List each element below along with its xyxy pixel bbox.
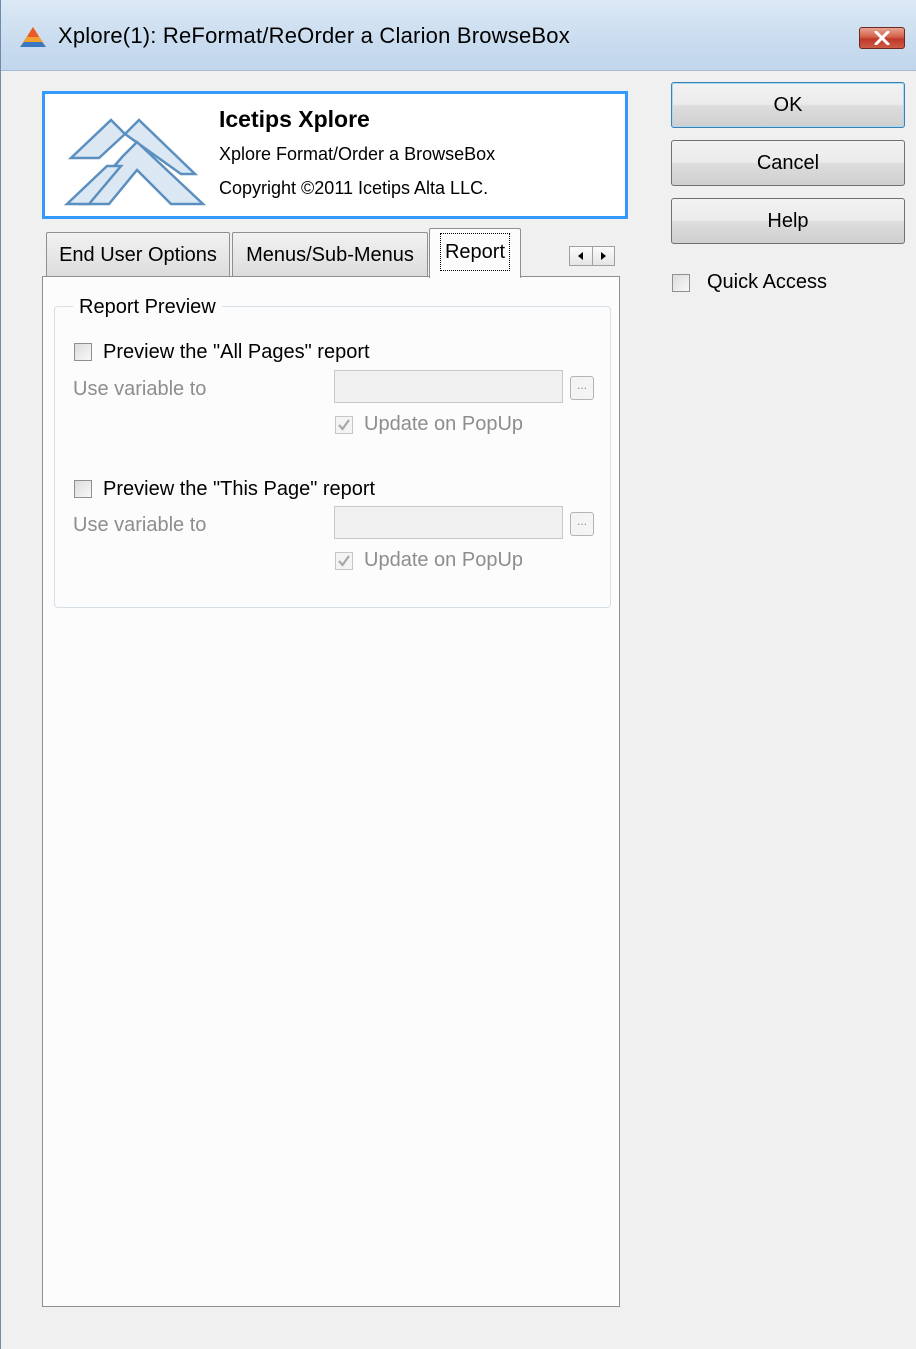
window-title: Xplore(1): ReFormat/ReOrder a Clarion Br… [58,23,570,48]
all-pages-variable-label: Use variable to [73,378,207,400]
this-page-update-on-popup-checkbox[interactable] [335,552,353,570]
preview-this-page-checkbox[interactable] [74,480,92,498]
ok-button[interactable]: OK [671,82,905,128]
copyright-text: Copyright ©2011 Icetips Alta LLC. [219,178,489,198]
product-subtitle: Xplore Format/Order a BrowseBox [219,144,496,164]
report-preview-group-label: Report Preview [73,296,222,319]
product-name: Icetips Xplore [219,106,370,132]
checkmark-icon [338,419,350,431]
all-pages-update-on-popup-label: Update on PopUp [364,413,524,435]
cancel-button[interactable]: Cancel [671,140,905,186]
help-button[interactable]: Help [671,198,905,244]
icetips-logo [63,118,207,206]
tab-menus-sub-menus[interactable]: Menus/Sub-Menus [232,232,428,276]
tab-label: Menus/Sub-Menus [246,244,414,266]
this-page-update-on-popup-label: Update on PopUp [364,549,524,571]
preview-this-page-label[interactable]: Preview the "This Page" report [103,478,375,501]
arrow-left-icon [578,252,583,260]
arrow-right-icon [601,252,606,260]
all-pages-update-on-popup-checkbox[interactable] [335,416,353,434]
product-header-panel: Icetips Xplore Xplore Format/Order a Bro… [42,91,628,219]
all-pages-variable-field[interactable] [334,370,563,403]
tab-label: End User Options [59,244,217,266]
ellipsis-label: ... [576,514,587,528]
tab-label: Report [439,233,511,271]
checkmark-icon [338,555,350,567]
this-page-variable-label: Use variable to [73,514,207,536]
this-page-variable-field[interactable] [334,506,563,539]
tab-report[interactable]: Report [429,228,521,278]
tab-end-user-options[interactable]: End User Options [46,232,230,276]
close-button[interactable] [859,27,905,49]
quick-access-label[interactable]: Quick Access [707,271,827,294]
all-pages-lookup-button[interactable]: ... [570,376,594,400]
close-icon [874,31,890,45]
preview-all-pages-label[interactable]: Preview the "All Pages" report [103,341,370,364]
tab-scroll-left-button[interactable] [570,247,593,265]
app-icon [20,27,46,47]
preview-all-pages-checkbox[interactable] [74,343,92,361]
tab-scroll-right-button[interactable] [592,247,614,265]
this-page-lookup-button[interactable]: ... [570,512,594,536]
quick-access-checkbox[interactable] [672,274,690,292]
tab-scroll-control[interactable] [569,246,615,266]
ellipsis-label: ... [576,378,587,392]
title-bar[interactable]: Xplore(1): ReFormat/ReOrder a Clarion Br… [1,0,916,71]
dialog-window: Xplore(1): ReFormat/ReOrder a Clarion Br… [0,0,916,1349]
